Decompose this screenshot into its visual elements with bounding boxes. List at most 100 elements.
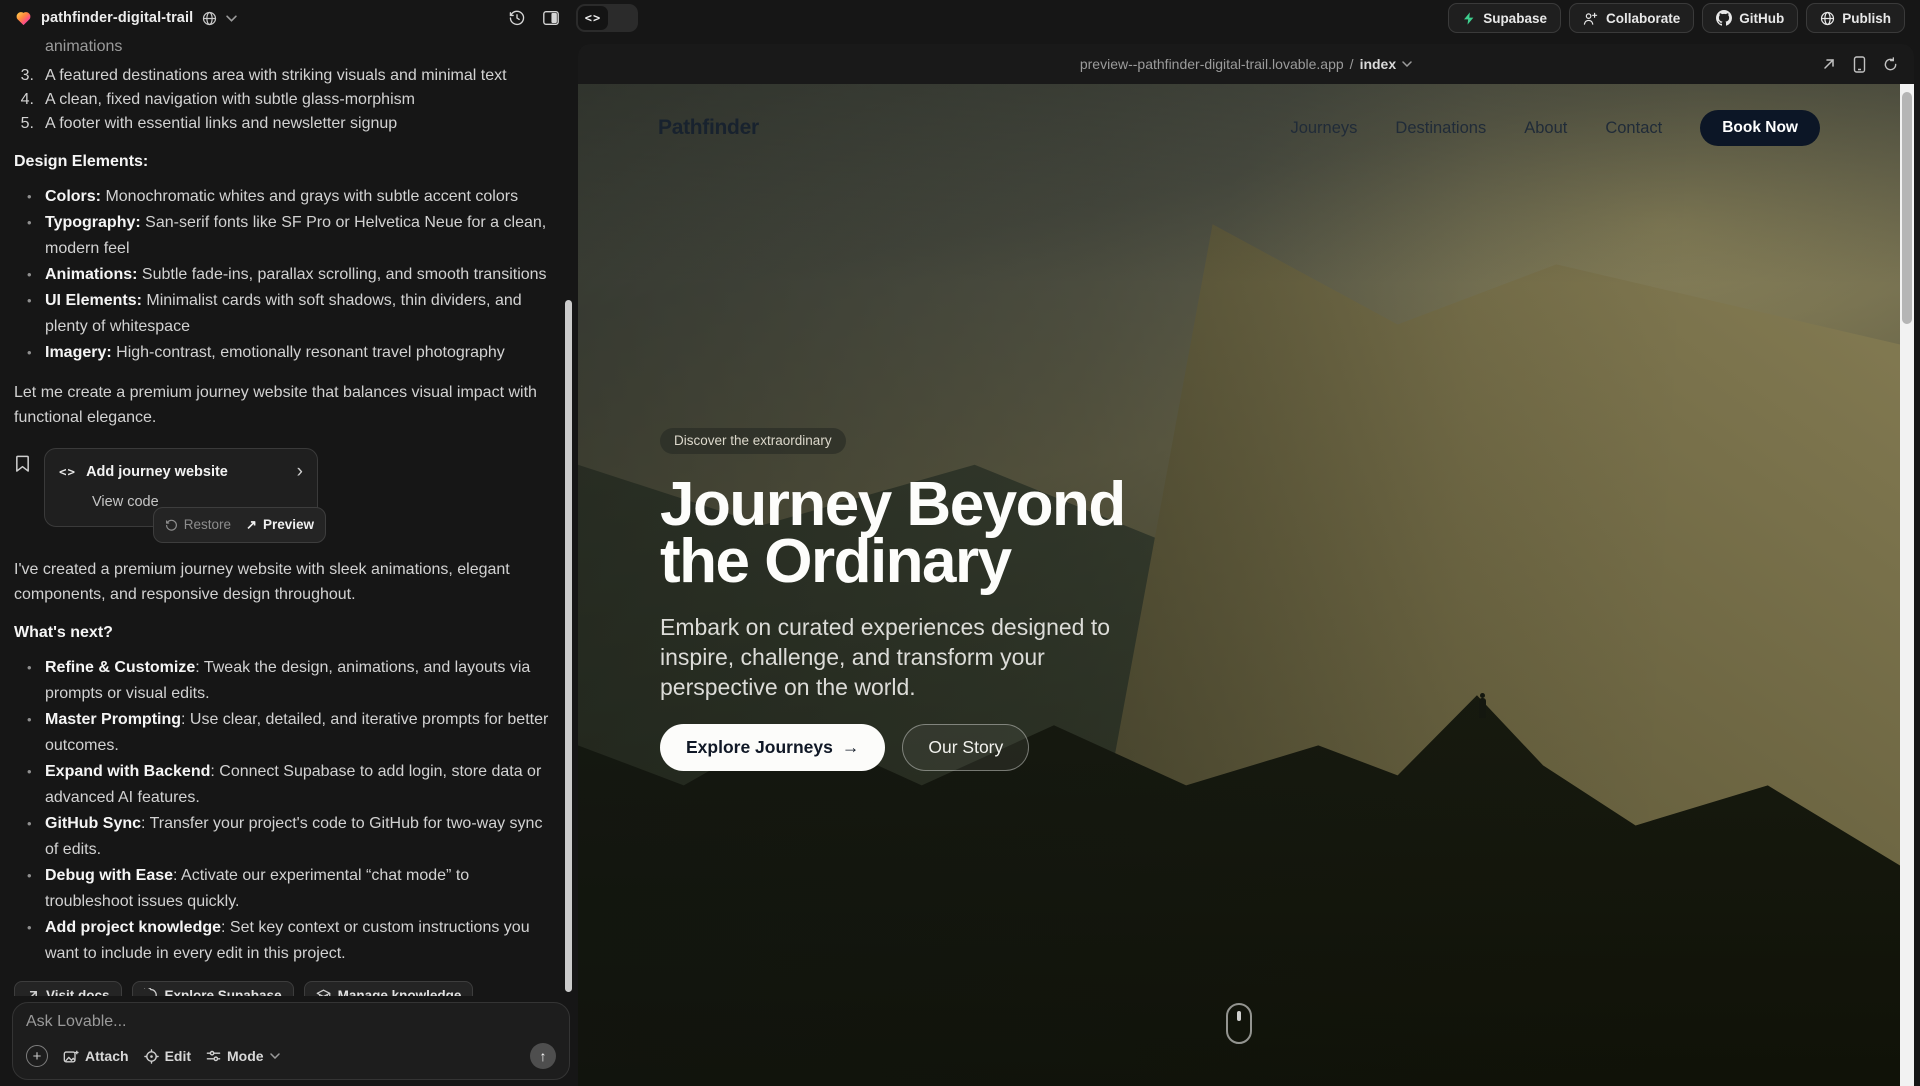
chevron-down-icon bbox=[270, 1053, 280, 1059]
site-logo[interactable]: Pathfinder bbox=[658, 116, 759, 140]
prompt-input[interactable] bbox=[26, 1013, 556, 1031]
card-title: Add journey website bbox=[86, 460, 228, 484]
visit-docs-button[interactable]: Visit docs bbox=[14, 981, 122, 996]
panel-layout-icon[interactable] bbox=[542, 9, 560, 27]
list-item: Colors: Monochromatic whites and grays w… bbox=[14, 184, 554, 210]
collaborate-icon bbox=[1583, 11, 1599, 26]
site-scrollbar bbox=[1900, 84, 1914, 1086]
publish-globe-icon bbox=[1820, 11, 1835, 26]
github-button[interactable]: GitHub bbox=[1702, 3, 1798, 33]
project-menu[interactable]: pathfinder-digital-trail bbox=[15, 10, 237, 26]
select-target-icon bbox=[144, 1049, 159, 1064]
numbered-item: 4. A clean, fixed navigation with subtle… bbox=[14, 88, 554, 112]
our-story-button[interactable]: Our Story bbox=[902, 724, 1029, 771]
attach-button[interactable]: Attach bbox=[63, 1048, 129, 1064]
graduation-cap-icon bbox=[316, 988, 331, 996]
chevron-down-icon bbox=[1402, 61, 1412, 67]
chevron-right-icon: › bbox=[297, 465, 303, 479]
nav-link-contact[interactable]: Contact bbox=[1605, 119, 1662, 138]
arrow-right-icon: → bbox=[842, 737, 860, 758]
list-item: Imagery: High-contrast, emotionally reso… bbox=[14, 340, 554, 366]
collaborate-button[interactable]: Collaborate bbox=[1569, 3, 1694, 33]
book-now-button[interactable]: Book Now bbox=[1700, 110, 1820, 146]
add-button[interactable]: + bbox=[26, 1045, 48, 1067]
history-icon[interactable] bbox=[508, 9, 526, 27]
nav-link-journeys[interactable]: Journeys bbox=[1290, 119, 1357, 138]
hero-section: Discover the extraordinary Journey Beyon… bbox=[660, 428, 1220, 771]
nav-link-destinations[interactable]: Destinations bbox=[1395, 119, 1486, 138]
bookmark-icon[interactable] bbox=[14, 454, 31, 473]
edit-button[interactable]: Edit bbox=[144, 1048, 191, 1064]
scroll-indicator bbox=[1226, 1003, 1252, 1044]
send-button[interactable]: ↑ bbox=[530, 1043, 556, 1069]
chat-panel: animations 3. A featured destinations ar… bbox=[0, 36, 574, 1086]
refresh-icon[interactable] bbox=[1883, 57, 1898, 72]
chat-bubble-icon bbox=[144, 988, 158, 996]
numbered-item: 3. A featured destinations area with str… bbox=[14, 64, 554, 88]
numbered-item: 5. A footer with essential links and new… bbox=[14, 112, 554, 136]
site-scrollbar-thumb[interactable] bbox=[1902, 92, 1912, 324]
lead-paragraph: Let me create a premium journey website … bbox=[14, 380, 554, 430]
add-journey-website-card[interactable]: <> Add journey website › View code Resto… bbox=[44, 448, 318, 527]
hero-subtext: Embark on curated experiences designed t… bbox=[660, 612, 1140, 702]
card-hover-actions: Restore ↗ Preview bbox=[153, 507, 326, 543]
card-title-row[interactable]: <> Add journey website › bbox=[59, 460, 303, 484]
code-icon[interactable]: <> bbox=[578, 6, 608, 30]
clipped-text-line: animations bbox=[14, 36, 554, 58]
preview-controls bbox=[1822, 44, 1898, 84]
publish-button[interactable]: Publish bbox=[1806, 3, 1905, 33]
preview-url[interactable]: preview--pathfinder-digital-trail.lovabl… bbox=[1080, 56, 1412, 72]
list-item: Animations: Subtle fade-ins, parallax sc… bbox=[14, 262, 554, 288]
chat-messages: animations 3. A featured destinations ar… bbox=[0, 36, 574, 996]
workspace-tools: <> bbox=[508, 0, 638, 36]
list-item: GitHub Sync: Transfer your project's cod… bbox=[14, 811, 554, 863]
supabase-bolt-icon bbox=[1462, 11, 1476, 26]
hiker-silhouette bbox=[1479, 698, 1486, 718]
lovable-heart-logo bbox=[15, 10, 32, 26]
nav-link-about[interactable]: About bbox=[1524, 119, 1567, 138]
site-viewport: Pathfinder Journeys Destinations About C… bbox=[578, 84, 1900, 1086]
prompt-composer: + Attach Edit bbox=[12, 1002, 570, 1080]
code-icon: <> bbox=[59, 460, 76, 484]
suggestion-chips: Visit docs Explore Supabase Manage knowl… bbox=[14, 981, 554, 996]
external-link-icon bbox=[26, 989, 39, 997]
top-bar: pathfinder-digital-trail <> bbox=[0, 0, 1920, 36]
hero-heading: Journey Beyond the Ordinary bbox=[660, 476, 1220, 590]
github-icon bbox=[1716, 10, 1732, 26]
list-item: UI Elements: Minimalist cards with soft … bbox=[14, 288, 554, 340]
external-link-icon: ↗ bbox=[246, 513, 257, 537]
restore-button[interactable]: Restore bbox=[165, 513, 231, 537]
code-view-toggle[interactable]: <> bbox=[576, 4, 638, 32]
image-attach-icon bbox=[63, 1049, 79, 1064]
project-name: pathfinder-digital-trail bbox=[41, 10, 193, 26]
list-item: Add project knowledge: Set key context o… bbox=[14, 915, 554, 967]
explore-supabase-button[interactable]: Explore Supabase bbox=[132, 981, 294, 996]
result-paragraph: I've created a premium journey website w… bbox=[14, 557, 554, 607]
design-elements-heading: Design Elements: bbox=[14, 150, 554, 174]
list-item: Master Prompting: Use clear, detailed, a… bbox=[14, 707, 554, 759]
chevron-down-icon bbox=[226, 15, 237, 22]
preview-panel: preview--pathfinder-digital-trail.lovabl… bbox=[578, 44, 1914, 1086]
manage-knowledge-button[interactable]: Manage knowledge bbox=[304, 981, 474, 996]
list-item: Expand with Backend: Connect Supabase to… bbox=[14, 759, 554, 811]
list-item: Refine & Customize: Tweak the design, an… bbox=[14, 655, 554, 707]
list-item: Typography: San-serif fonts like SF Pro … bbox=[14, 210, 554, 262]
chat-scrollbar[interactable] bbox=[565, 300, 572, 992]
open-external-icon[interactable] bbox=[1822, 57, 1836, 71]
supabase-button[interactable]: Supabase bbox=[1448, 3, 1561, 33]
site-navbar: Pathfinder Journeys Destinations About C… bbox=[578, 84, 1900, 172]
design-bullets: Colors: Monochromatic whites and grays w… bbox=[14, 184, 554, 366]
site-nav-links: Journeys Destinations About Contact bbox=[1290, 119, 1662, 138]
preview-chrome-bar: preview--pathfinder-digital-trail.lovabl… bbox=[578, 44, 1914, 84]
composer-actions: + Attach Edit bbox=[26, 1043, 556, 1069]
generation-card-row: <> Add journey website › View code Resto… bbox=[14, 448, 554, 527]
top-bar-actions: Supabase Collaborate GitHub Publish bbox=[1448, 3, 1905, 33]
whats-next-heading: What's next? bbox=[14, 621, 554, 645]
explore-journeys-button[interactable]: Explore Journeys → bbox=[660, 724, 885, 771]
globe-icon bbox=[202, 11, 217, 26]
hero-buttons: Explore Journeys → Our Story bbox=[660, 724, 1220, 771]
mobile-view-icon[interactable] bbox=[1853, 56, 1866, 73]
mode-selector[interactable]: Mode bbox=[206, 1048, 280, 1064]
preview-button[interactable]: ↗ Preview bbox=[246, 513, 314, 537]
list-item: Debug with Ease: Activate our experiment… bbox=[14, 863, 554, 915]
